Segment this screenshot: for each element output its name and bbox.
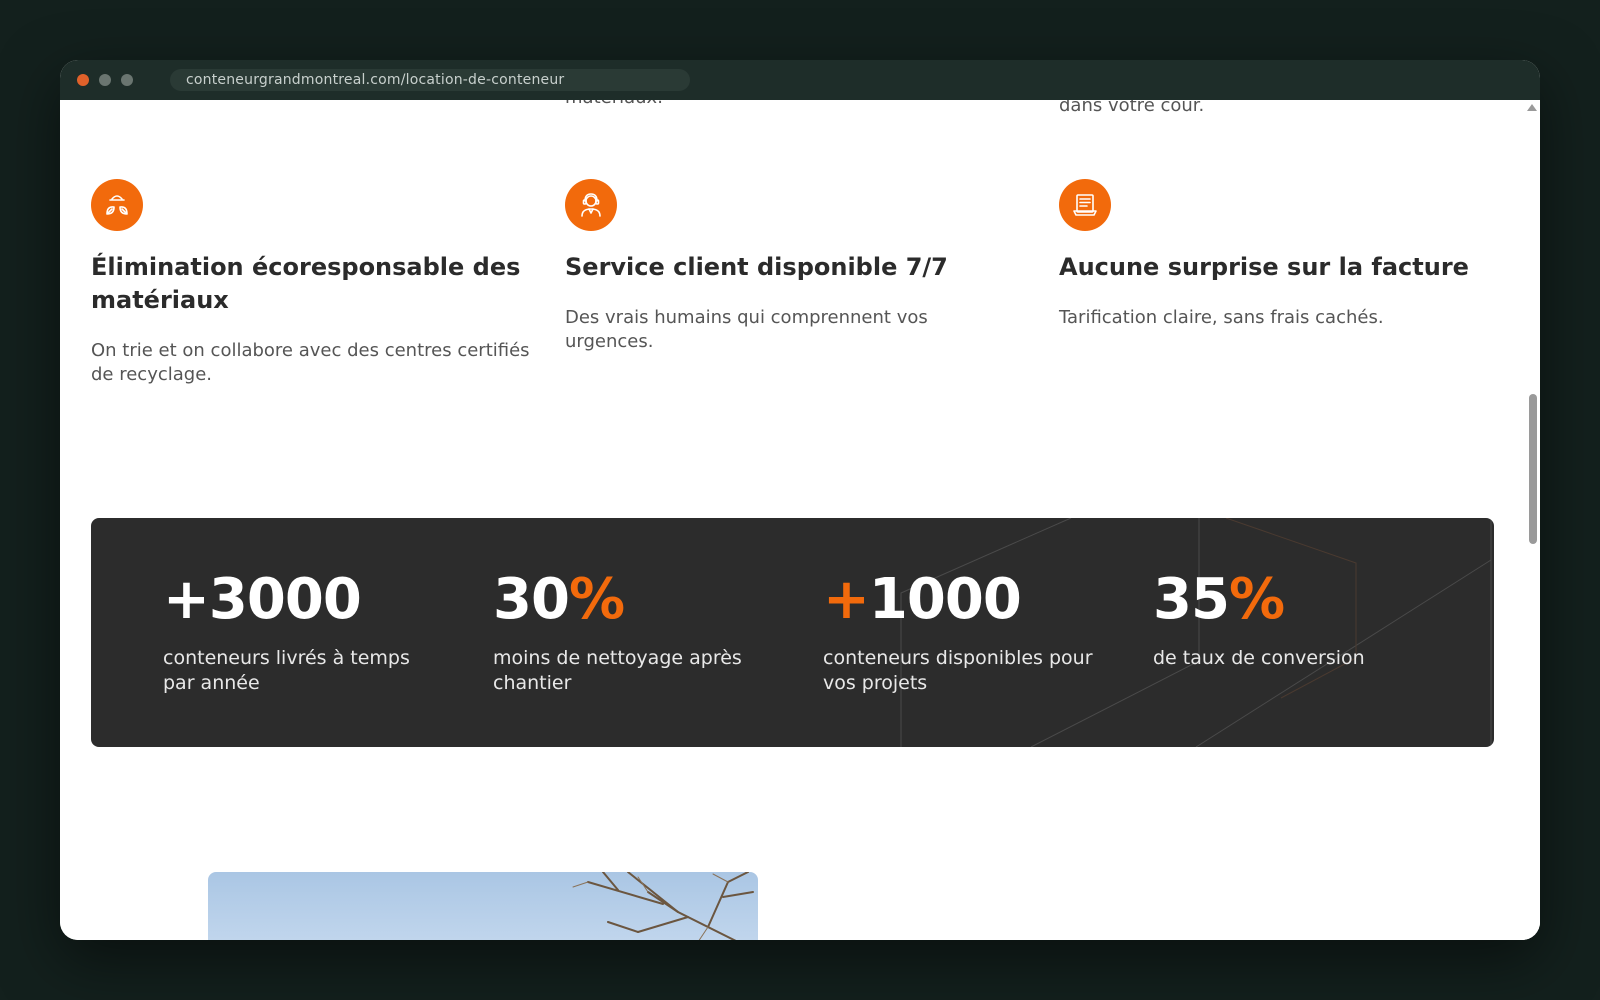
- maximize-window-button[interactable]: [121, 74, 133, 86]
- feature-description: Des vrais humains qui comprennent vos ur…: [565, 307, 928, 352]
- previous-feature-text-partial: dans votre cour.: [1059, 100, 1205, 116]
- stat-less-cleaning: 30% moins de nettoyage après chantier: [493, 568, 763, 696]
- stat-conversion-rate: 35% de taux de conversion: [1153, 568, 1443, 671]
- stat-value: 30%: [493, 567, 625, 632]
- close-window-button[interactable]: [77, 74, 89, 86]
- page-content: matériaux. dans votre cour. Élimination …: [60, 100, 1540, 940]
- feature-transparent-pricing: Aucune surprise sur la facture Tarificat…: [1059, 179, 1499, 330]
- address-bar[interactable]: conteneurgrandmontreal.com/location-de-c…: [170, 69, 690, 91]
- stat-containers-delivered: +3000 conteneurs livrés à temps par anné…: [163, 568, 433, 696]
- minimize-window-button[interactable]: [99, 74, 111, 86]
- stat-value: +1000: [823, 567, 1022, 632]
- stat-label: de taux de conversion: [1153, 647, 1365, 669]
- feature-title: Aucune surprise sur la facture: [1059, 253, 1469, 281]
- browser-titlebar: conteneurgrandmontreal.com/location-de-c…: [60, 60, 1540, 100]
- feature-description: Tarification claire, sans frais cachés.: [1059, 307, 1384, 328]
- stat-label: conteneurs disponibles pour vos projets: [823, 647, 1093, 694]
- stat-label: conteneurs livrés à temps par année: [163, 647, 410, 694]
- feature-eco-disposal: Élimination écoresponsable des matériaux…: [91, 179, 531, 387]
- bare-tree-branches: [572, 872, 754, 940]
- previous-feature-text-partial: matériaux.: [565, 100, 663, 110]
- invoice-icon: [1059, 179, 1111, 231]
- recycle-icon: [91, 179, 143, 231]
- stat-value: +3000: [163, 567, 362, 632]
- stats-banner: +3000 conteneurs livrés à temps par anné…: [91, 518, 1494, 747]
- support-agent-icon: [565, 179, 617, 231]
- feature-title: Élimination écoresponsable des matériaux: [91, 253, 521, 314]
- feature-title: Service client disponible 7/7: [565, 253, 948, 281]
- stat-value: 35%: [1153, 567, 1285, 632]
- scroll-up-arrow-icon[interactable]: [1527, 104, 1537, 111]
- page-scrollbar[interactable]: [1526, 100, 1540, 940]
- feature-customer-service: Service client disponible 7/7 Des vrais …: [565, 179, 1005, 354]
- browser-window: conteneurgrandmontreal.com/location-de-c…: [60, 60, 1540, 940]
- project-photo: [208, 872, 758, 940]
- stat-containers-available: +1000 conteneurs disponibles pour vos pr…: [823, 568, 1113, 696]
- stat-label: moins de nettoyage après chantier: [493, 647, 742, 694]
- feature-description: On trie et on collabore avec des centres…: [91, 340, 530, 385]
- scrollbar-thumb[interactable]: [1529, 394, 1537, 544]
